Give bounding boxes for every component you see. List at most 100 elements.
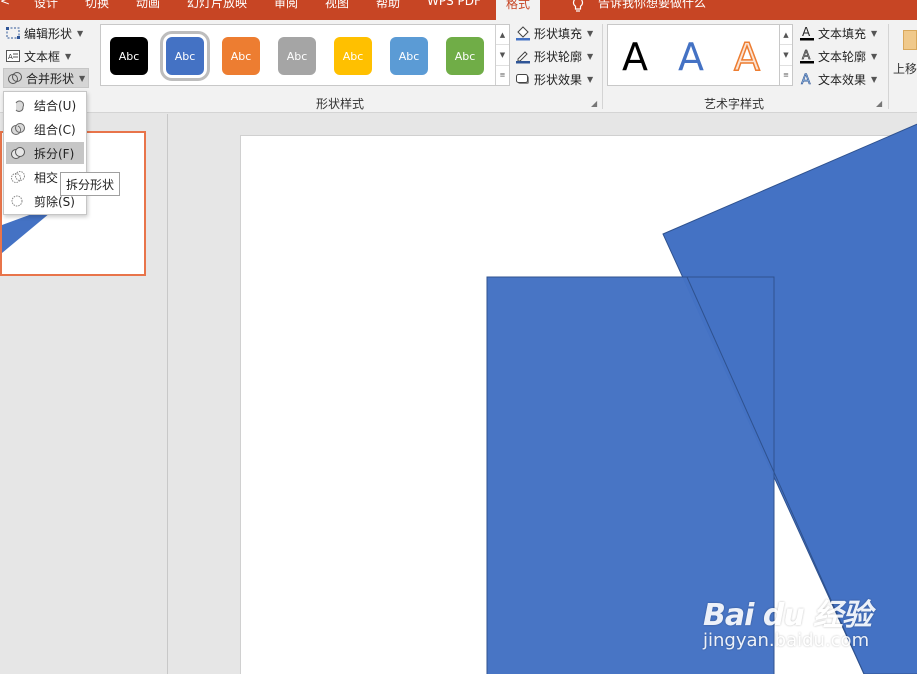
text-outline-button[interactable]: A 文本轮廓 ▼ <box>799 46 877 66</box>
svg-text:A: A <box>8 53 13 61</box>
chevron-down-icon: ▼ <box>587 51 594 61</box>
shape-style-swatch-orange[interactable]: Abc <box>222 37 260 75</box>
subtract-icon <box>11 195 23 207</box>
text-effects-label: 文本效果 <box>818 72 867 87</box>
gallery-scroll-down-icon[interactable]: ▼ <box>496 45 509 66</box>
baidu-watermark-logo: Bai du 经验 <box>703 598 872 633</box>
gallery-more-icon[interactable]: ≡ <box>496 66 509 85</box>
shape-styles-gallery: Abc Abc Abc Abc Abc Abc Abc ▲ ▼ ≡ <box>100 24 510 86</box>
wordart-style-blue[interactable]: A <box>678 35 704 79</box>
tab-design[interactable]: 设计 <box>34 0 58 11</box>
gallery-scroll-up-icon[interactable]: ▲ <box>496 25 509 46</box>
text-effects-icon: A <box>799 71 815 87</box>
tab-format[interactable]: 格式 <box>496 0 541 20</box>
menu-item-fragment-label: 拆分(F) <box>34 146 75 161</box>
tab-animations[interactable]: 动画 <box>136 0 160 11</box>
merge-shapes-menu: 结合(U) 组合(C) 拆分(F) 相交 剪除(S) <box>3 91 87 215</box>
chevron-down-icon: ▼ <box>77 28 84 38</box>
tab-wps-pdf[interactable]: WPS PDF <box>427 0 481 8</box>
svg-text:A: A <box>802 48 811 62</box>
combine-icon <box>11 123 25 135</box>
chevron-down-icon: ▼ <box>587 74 594 84</box>
shape-fill-label: 形状填充 <box>534 26 583 41</box>
chevron-down-icon: ▼ <box>871 74 878 84</box>
lightbulb-icon <box>572 0 584 12</box>
tab-slideshow[interactable]: 幻灯片放映 <box>187 0 247 11</box>
text-fill-label: 文本填充 <box>818 26 867 41</box>
text-box-label: 文本框 <box>24 49 61 64</box>
text-outline-icon: A <box>799 48 815 64</box>
merge-shapes-label: 合并形状 <box>26 71 75 86</box>
shape-effects-button[interactable]: 形状效果 ▼ <box>515 69 593 89</box>
union-icon <box>15 100 24 112</box>
shape-fill-button[interactable]: 形状填充 ▼ <box>515 23 593 43</box>
baidu-watermark-url: jingyan.baidu.com <box>703 630 870 651</box>
wordart-scroll-down-icon[interactable]: ▼ <box>780 45 792 66</box>
wordart-styles-launcher-icon[interactable]: ◢ <box>876 99 882 108</box>
shape-style-swatch-lightblue[interactable]: Abc <box>390 37 428 75</box>
pen-outline-icon <box>515 48 531 64</box>
group-divider <box>602 24 603 109</box>
group-divider <box>888 24 889 109</box>
menu-item-fragment[interactable]: 拆分(F) <box>6 142 84 164</box>
wordart-style-black[interactable]: A <box>622 35 648 79</box>
text-box-button[interactable]: A 文本框 ▼ <box>5 46 71 66</box>
fragment-tooltip: 拆分形状 <box>60 172 121 196</box>
paint-bucket-icon <box>515 25 531 41</box>
gallery-scroll: ▲ ▼ ≡ <box>495 25 509 85</box>
shape-style-swatch-blue[interactable]: Abc <box>160 31 210 81</box>
edit-shape-label: 编辑形状 <box>24 26 73 41</box>
fragment-icon <box>11 147 25 159</box>
chevron-down-icon: ▼ <box>871 28 878 38</box>
text-fill-button[interactable]: A 文本填充 ▼ <box>799 23 877 43</box>
intersect-icon <box>11 171 25 183</box>
bring-forward-icon[interactable] <box>903 30 917 50</box>
wordart-more-icon[interactable]: ≡ <box>780 66 792 85</box>
chevron-down-icon: ▼ <box>587 28 594 38</box>
chevron-down-icon: ▼ <box>871 51 878 61</box>
menu-item-intersect-label: 相交 <box>34 170 59 185</box>
shape-style-swatch-black[interactable]: Abc <box>110 37 148 75</box>
tab-transitions[interactable]: 切换 <box>85 0 109 11</box>
text-outline-label: 文本轮廓 <box>818 49 867 64</box>
wordart-styles-gallery: A A A <box>607 24 793 86</box>
shape-style-swatch-gold[interactable]: Abc <box>334 37 372 75</box>
tell-me-search[interactable]: 告诉我你想要做什么 <box>598 0 706 11</box>
tab-help[interactable]: 帮助 <box>376 0 400 11</box>
text-fill-icon: A <box>799 25 815 41</box>
shape-style-swatch-gray[interactable]: Abc <box>278 37 316 75</box>
chevron-down-icon: ▼ <box>79 73 86 83</box>
watermark: Bai du 经验 jingyan.baidu.com <box>703 590 872 651</box>
shape-outline-button[interactable]: 形状轮廓 ▼ <box>515 46 593 66</box>
shape-effects-icon <box>515 71 531 87</box>
tab-view[interactable]: 视图 <box>325 0 349 11</box>
shape-outline-label: 形状轮廓 <box>534 49 583 64</box>
svg-text:A: A <box>801 72 811 87</box>
ribbon-tab-bar: < 设计 切换 动画 幻灯片放映 审阅 视图 帮助 WPS PDF 格式 告诉我… <box>0 0 917 20</box>
menu-item-union-label: 结合(U) <box>34 98 77 113</box>
merge-shapes-icon <box>7 70 23 86</box>
shape-styles-launcher-icon[interactable]: ◢ <box>591 99 597 108</box>
bring-forward-label[interactable]: 上移 <box>893 60 917 77</box>
menu-item-combine-label: 组合(C) <box>34 122 76 137</box>
tab-overflow-arrow[interactable]: < <box>0 0 10 8</box>
edit-points-icon <box>5 25 21 41</box>
merge-shapes-button[interactable]: 合并形状 ▼ <box>3 68 90 88</box>
text-box-icon: A <box>5 48 21 64</box>
menu-item-combine[interactable]: 组合(C) <box>6 118 84 140</box>
wordart-scroll-up-icon[interactable]: ▲ <box>780 25 792 46</box>
tab-review[interactable]: 审阅 <box>274 0 298 11</box>
slide-editor-canvas: Bai du 经验 jingyan.baidu.com <box>169 114 917 674</box>
wordart-gallery-scroll: ▲ ▼ ≡ <box>779 24 793 86</box>
wordart-style-orange-outline[interactable]: A <box>733 34 761 80</box>
wordart-styles-group-label: 艺术字样式 <box>704 97 765 111</box>
shape-style-swatch-green[interactable]: Abc <box>446 37 484 75</box>
svg-text:A: A <box>802 25 811 39</box>
shape-effects-label: 形状效果 <box>534 72 583 87</box>
edit-shape-button[interactable]: 编辑形状 ▼ <box>5 23 83 43</box>
text-effects-button[interactable]: A 文本效果 ▼ <box>799 69 877 89</box>
menu-item-union[interactable]: 结合(U) <box>6 94 84 116</box>
shape-styles-group-label: 形状样式 <box>316 97 365 111</box>
chevron-down-icon: ▼ <box>65 51 72 61</box>
ribbon-format: 编辑形状 ▼ A 文本框 ▼ 合并形状 ▼ Abc Abc Abc Abc Ab… <box>0 20 917 113</box>
